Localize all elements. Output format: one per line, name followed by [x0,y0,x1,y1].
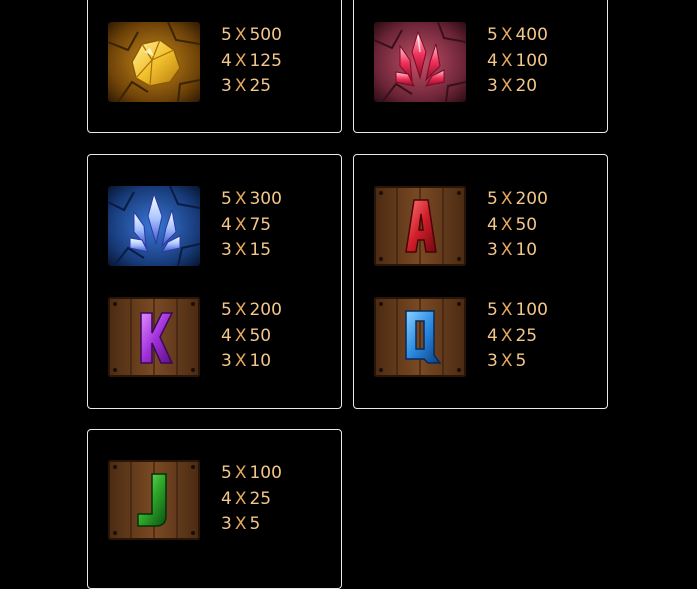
payout-line: 3 X 10 [487,240,538,260]
payout-line: 4 X 25 [221,488,272,509]
payout-line: 4 X 50 [221,325,272,346]
paytable-panel-gold: 5 X 500 4 X 125 3 X 25 [87,0,342,133]
payout-line: 4 X 125 [221,50,282,71]
payout-line: 5 X 500 [221,25,282,45]
letter-q-icon [374,297,466,377]
payout-line: 5 X 400 [487,25,548,45]
payout-list: 5 X 200 4 X 50 3 X 10 [221,298,282,375]
symbol-row-blue-crystal: 5 X 300 4 X 75 3 X 15 [88,186,341,270]
symbol-row-gold: 5 X 500 4 X 125 3 X 25 [88,22,341,106]
payout-line: 3 X 20 [487,76,538,96]
blue-crystal-icon [108,186,200,266]
payout-list: 5 X 100 4 X 25 3X5 [221,461,282,538]
red-crystal-icon [374,22,466,102]
payout-line: 5 X 100 [487,300,548,320]
symbol-row-red-crystal: 5 X 400 4 X 100 3 X 20 [354,22,607,106]
symbol-row-a: 5 X 200 4 X 50 3 X 10 [354,186,607,270]
payout-list: 5 X 500 4 X 125 3 X 25 [221,23,282,100]
payout-line: 5 X 200 [487,189,548,209]
gold-nugget-icon [108,22,200,102]
payout-line: 4 X 100 [487,50,548,71]
payout-line: 4 X 50 [487,214,538,235]
payout-line: 3 X 15 [221,240,272,260]
symbol-row-j: 5 X 100 4 X 25 3X5 [88,460,341,544]
paytable-panel-a-q: 5 X 200 4 X 50 3 X 10 5 X 100 4 X 25 3 X… [353,154,608,409]
payout-line: 5 X 100 [221,463,282,483]
payout-line: 4 X 25 [487,325,538,346]
payout-list: 5 X 100 4 X 25 3X5 [487,298,548,375]
paytable-panel-j: 5 X 100 4 X 25 3X5 [87,429,342,589]
paytable-panel-blue-crystal-k: 5 X 300 4 X 75 3 X 15 5 X 200 4 X 50 3 X… [87,154,342,409]
letter-k-icon [108,297,200,377]
payout-line: 5 X 300 [221,189,282,209]
payout-line: 3 X 10 [221,351,272,371]
payout-line: 4 X 75 [221,214,272,235]
payout-line: 5 X 200 [221,300,282,320]
payout-line: 3X5 [487,351,527,371]
symbol-row-q: 5 X 100 4 X 25 3X5 [354,297,607,381]
letter-j-icon [108,460,200,540]
symbol-row-k: 5 X 200 4 X 50 3 X 10 [88,297,341,381]
payout-list: 5 X 200 4 X 50 3 X 10 [487,187,548,264]
payout-line: 3X5 [221,514,261,534]
payout-line: 3 X 25 [221,76,272,96]
letter-a-icon [374,186,466,266]
paytable-panel-red-crystal: 5 X 400 4 X 100 3 X 20 [353,0,608,133]
payout-list: 5 X 400 4 X 100 3 X 20 [487,23,548,100]
payout-list: 5 X 300 4 X 75 3 X 15 [221,187,282,264]
